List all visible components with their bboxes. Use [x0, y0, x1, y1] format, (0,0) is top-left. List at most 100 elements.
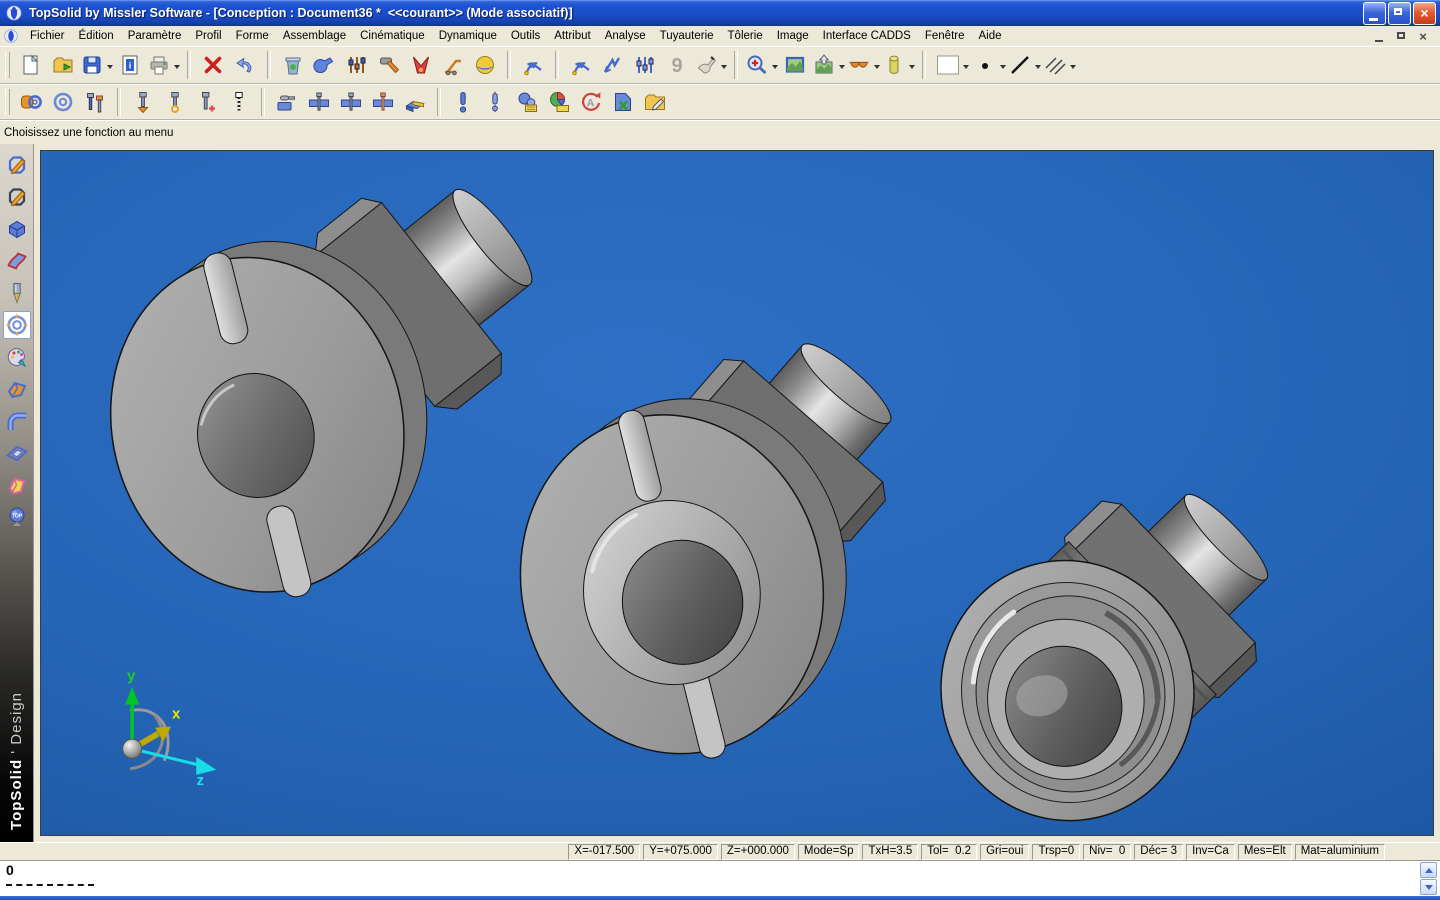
sidebar-sheet-metal-button[interactable]: [3, 375, 31, 403]
update-assembly-button[interactable]: A: [575, 86, 607, 118]
sidebar-camera-button[interactable]: TOP: [3, 503, 31, 531]
menu-fichier[interactable]: Fichier: [23, 28, 72, 44]
measure-button[interactable]: [437, 49, 469, 81]
screw-standard-button[interactable]: [223, 86, 255, 118]
sidebar-assembly-button[interactable]: [3, 311, 31, 339]
menu-interface-cadds[interactable]: Interface CADDS: [816, 28, 918, 44]
recycle-bin-button[interactable]: [277, 49, 309, 81]
mdi-restore-button[interactable]: [1394, 30, 1408, 43]
toolbar-handle[interactable]: [5, 89, 10, 115]
bill-of-material-button[interactable]: [511, 86, 543, 118]
menu-dynamique[interactable]: Dynamique: [432, 28, 504, 44]
line-style-button[interactable]: [1007, 49, 1042, 81]
menu-attribut[interactable]: Attribut: [547, 28, 597, 44]
delete-button[interactable]: [197, 49, 229, 81]
sidebar-sketch-3d-button[interactable]: [3, 183, 31, 211]
standard-component-button[interactable]: [447, 86, 479, 118]
dropdown-caret-icon[interactable]: [721, 65, 727, 72]
open-document-button[interactable]: [47, 49, 79, 81]
magnet-button[interactable]: 9: [661, 49, 693, 81]
component-axis-button[interactable]: [479, 86, 511, 118]
shading-sphere-button[interactable]: [469, 49, 501, 81]
sidebar-surface-button[interactable]: [3, 247, 31, 275]
plate-nut-button[interactable]: [367, 86, 399, 118]
vertex-selection-button[interactable]: [597, 49, 629, 81]
dropdown-caret-icon[interactable]: [874, 65, 880, 72]
constraints-button[interactable]: [405, 49, 437, 81]
sidebar-machining-button[interactable]: [3, 279, 31, 307]
stacking-button[interactable]: [399, 86, 431, 118]
screw-washer-button[interactable]: [159, 86, 191, 118]
menu-profil[interactable]: Profil: [188, 28, 228, 44]
selection-filter-button[interactable]: [629, 49, 661, 81]
save-button[interactable]: [79, 49, 114, 81]
visualization-button[interactable]: [846, 49, 881, 81]
scroll-up-button[interactable]: [1420, 862, 1437, 878]
dropdown-caret-icon[interactable]: [1000, 65, 1006, 72]
menu-outils[interactable]: Outils: [504, 28, 547, 44]
toolbar-handle[interactable]: [5, 52, 10, 78]
ring-button[interactable]: [47, 86, 79, 118]
dropdown-caret-icon[interactable]: [909, 65, 915, 72]
menu-fen-tre[interactable]: Fenêtre: [918, 28, 972, 44]
menu-param-tre[interactable]: Paramètre: [121, 28, 189, 44]
catalog-button[interactable]: [639, 86, 671, 118]
dropdown-caret-icon[interactable]: [839, 65, 845, 72]
sidebar-drafting-button[interactable]: [3, 439, 31, 467]
screw-add-button[interactable]: [191, 86, 223, 118]
menu-aide[interactable]: Aide: [972, 28, 1009, 44]
menu-cin-matique[interactable]: Cinématique: [353, 28, 432, 44]
export-assembly-button[interactable]: [607, 86, 639, 118]
menu--dition[interactable]: Édition: [72, 28, 121, 44]
dropdown-caret-icon[interactable]: [174, 65, 180, 72]
menu-t-lerie[interactable]: Tôlerie: [721, 28, 770, 44]
plate-bolting-button[interactable]: [335, 86, 367, 118]
menu-analyse[interactable]: Analyse: [598, 28, 653, 44]
output-panel[interactable]: 0: [0, 860, 1440, 896]
render-mode-button[interactable]: [881, 49, 916, 81]
restore-button[interactable]: [1388, 2, 1411, 25]
dropdown-caret-icon[interactable]: [772, 65, 778, 72]
smart-selection-button[interactable]: [517, 49, 549, 81]
viewport-3d[interactable]: y x z: [40, 150, 1434, 836]
undo-button[interactable]: [229, 49, 261, 81]
menu-tuyauterie[interactable]: Tuyauterie: [653, 28, 721, 44]
new-document-button[interactable]: [15, 49, 47, 81]
selection-mode-button[interactable]: [565, 49, 597, 81]
sidebar-shape-button[interactable]: [3, 215, 31, 243]
dropdown-caret-icon[interactable]: [1070, 65, 1076, 72]
dynamic-edition-button[interactable]: [693, 49, 728, 81]
minimize-button[interactable]: [1363, 2, 1386, 25]
document-info-button[interactable]: i: [114, 49, 146, 81]
tools-button[interactable]: [373, 49, 405, 81]
point-style-button[interactable]: [972, 49, 1007, 81]
current-color-button[interactable]: [932, 49, 972, 81]
dropdown-caret-icon[interactable]: [1035, 65, 1041, 72]
bearing-button[interactable]: [15, 86, 47, 118]
pin-button[interactable]: [271, 86, 303, 118]
sidebar-appearance-button[interactable]: [3, 343, 31, 371]
image-capture-button[interactable]: [811, 49, 846, 81]
fit-view-button[interactable]: [779, 49, 811, 81]
plate-screwing-button[interactable]: [303, 86, 335, 118]
zoom-button[interactable]: [744, 49, 779, 81]
screw-insert-button[interactable]: [127, 86, 159, 118]
dropdown-caret-icon[interactable]: [107, 65, 113, 72]
statistics-button[interactable]: [543, 86, 575, 118]
sidebar-piping-button[interactable]: [3, 407, 31, 435]
sidebar-unfolding-button[interactable]: [3, 471, 31, 499]
print-button[interactable]: [146, 49, 181, 81]
dropdown-caret-icon[interactable]: [963, 65, 969, 72]
menu-forme[interactable]: Forme: [229, 28, 276, 44]
bolt-pair-button[interactable]: [79, 86, 111, 118]
mdi-close-button[interactable]: ×: [1416, 30, 1430, 43]
hatch-style-button[interactable]: [1042, 49, 1077, 81]
attributes-button[interactable]: [341, 49, 373, 81]
close-button[interactable]: ×: [1413, 2, 1436, 25]
scroll-down-button[interactable]: [1420, 879, 1437, 895]
mdi-minimize-button[interactable]: [1372, 30, 1386, 43]
modify-button[interactable]: [309, 49, 341, 81]
menu-image[interactable]: Image: [770, 28, 816, 44]
sidebar-sketch-button[interactable]: [3, 151, 31, 179]
menu-assemblage[interactable]: Assemblage: [276, 28, 353, 44]
